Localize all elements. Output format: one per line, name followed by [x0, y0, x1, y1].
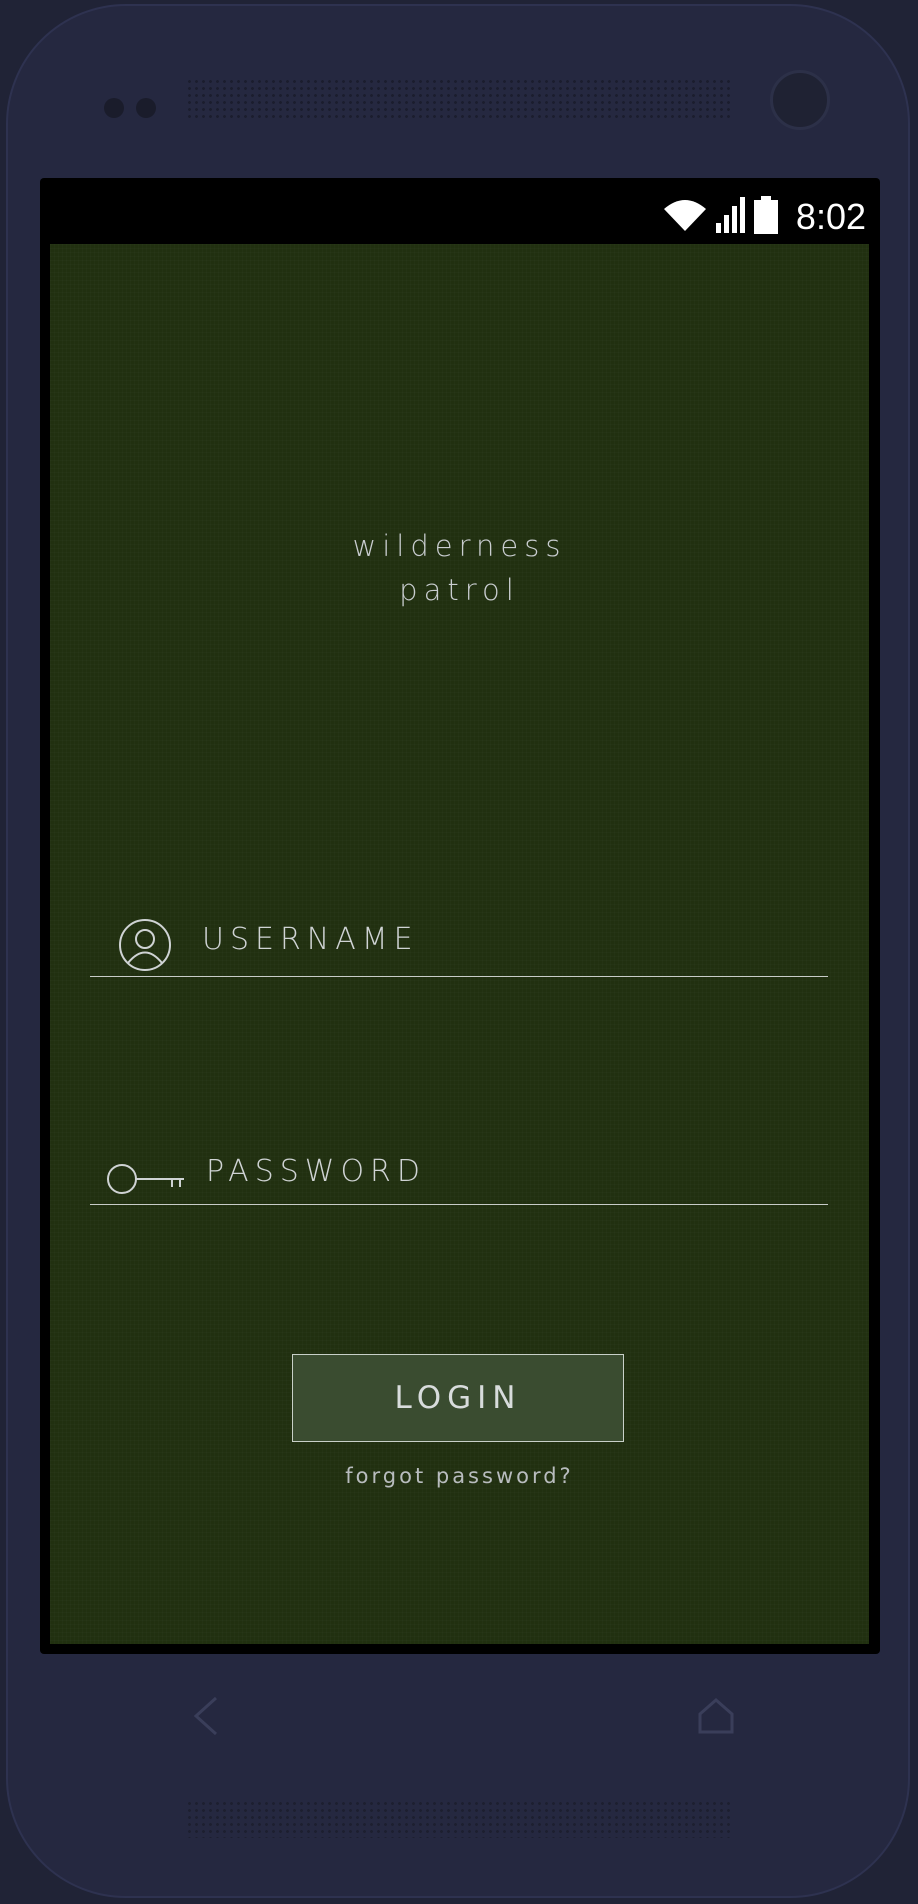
bottom-speaker-grille: [186, 1800, 730, 1838]
status-icons: 8:02: [662, 194, 866, 240]
front-camera: [770, 70, 830, 130]
back-icon[interactable]: [190, 1694, 222, 1742]
status-bar: 8:02: [40, 190, 880, 244]
password-field[interactable]: PASSWORD: [90, 1142, 828, 1205]
app-title: wilderness patrol: [50, 524, 869, 612]
signal-icon: [715, 197, 746, 237]
home-icon[interactable]: [696, 1694, 736, 1742]
username-field[interactable]: USERNAME: [90, 914, 828, 977]
username-label: USERNAME: [202, 922, 419, 957]
app-title-line1: wilderness: [352, 529, 567, 563]
battery-icon: [753, 196, 778, 238]
forgot-password-link[interactable]: forgot password?: [50, 1464, 869, 1488]
login-button[interactable]: LOGIN: [292, 1354, 624, 1442]
user-icon: [118, 918, 172, 976]
sensor-dot: [104, 98, 124, 118]
wifi-icon: [662, 197, 708, 237]
status-clock: 8:02: [795, 196, 866, 237]
login-screen: wilderness patrol USERNAME PASSWORD LOGI…: [50, 244, 869, 1644]
key-icon: [106, 1162, 186, 1200]
top-speaker-grille: [186, 78, 730, 120]
app-title-line2: patrol: [399, 573, 520, 607]
password-label: PASSWORD: [206, 1154, 427, 1189]
sensor-dot: [136, 98, 156, 118]
device-mockup: 8:02 wilderness patrol USERNAME PASSWORD…: [0, 0, 918, 1904]
